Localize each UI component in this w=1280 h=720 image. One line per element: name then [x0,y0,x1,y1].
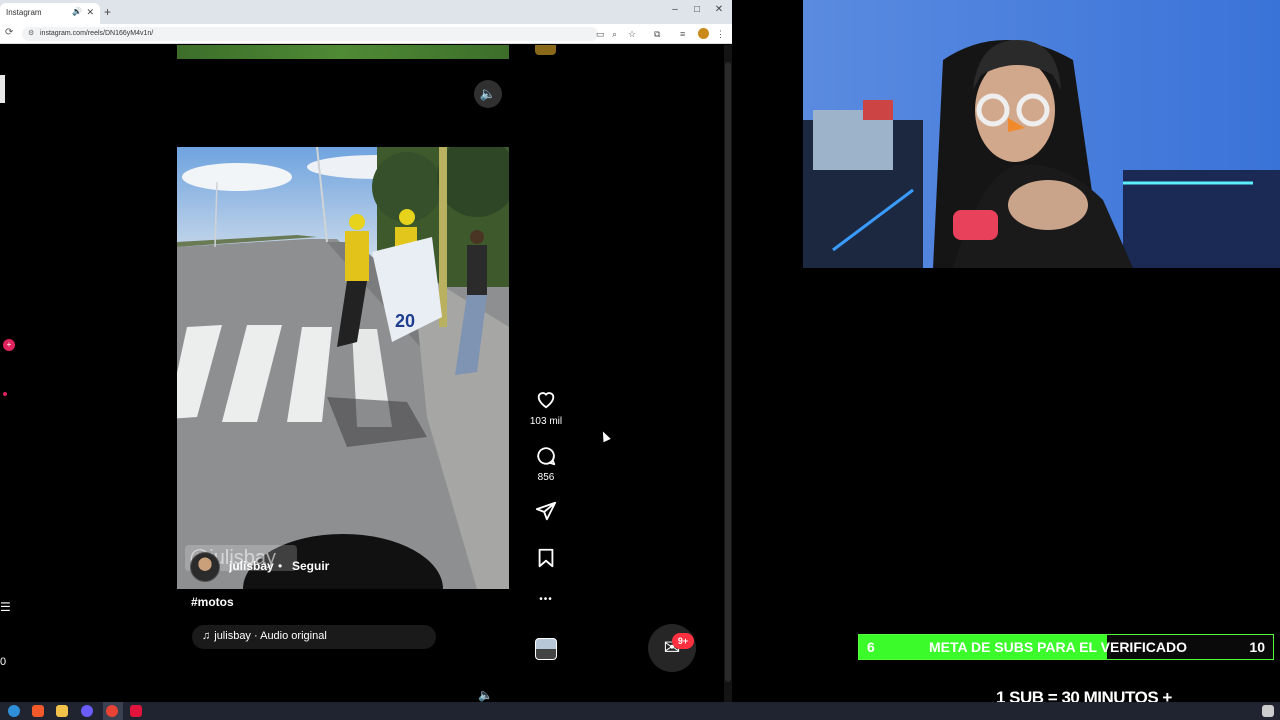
sidebar-notification-badge: + [3,339,15,351]
separator-dot: • [278,559,283,573]
share-button[interactable] [530,500,562,527]
music-note-icon: ♫ [202,630,211,642]
close-window-button[interactable]: ✕ [708,4,730,15]
like-button[interactable] [530,388,562,415]
webcam-image [803,0,1280,268]
previous-reel-video[interactable] [177,45,509,59]
mute-toggle-button[interactable]: 🔈 [474,80,502,108]
tab-instagram[interactable]: Instagram 🔊 ✕ [0,3,100,24]
taskbar [0,702,1280,720]
browser-window: Instagram 🔊 ✕ + – □ ✕ ⟳ ⚙ instagram.com/… [0,0,732,702]
bookmark-icon [538,548,554,568]
reel-video[interactable]: 20 [177,147,509,589]
speaker-icon: 🔈 [479,86,497,101]
tab-strip: Instagram 🔊 ✕ + – □ ✕ [0,0,732,24]
address-bar[interactable]: ⚙ instagram.com/reels/DN166yM4v1n/ [22,27,598,41]
system-tray-icon[interactable] [1262,705,1274,717]
chrome-icon[interactable] [106,705,118,717]
close-tab-icon[interactable]: ✕ [86,7,94,18]
zoom-icon[interactable]: ⌕ [612,29,617,40]
messages-badge: 9+ [672,633,694,649]
author-username[interactable]: julisbay [229,559,274,573]
site-info-icon[interactable]: ⚙ [28,29,34,37]
next-reel-mute-icon[interactable]: 🔈 [478,688,493,702]
video-frame: 20 [177,147,509,589]
brave-icon[interactable] [32,705,44,717]
follow-button[interactable]: Seguir [292,559,329,573]
paper-plane-icon [535,501,557,521]
like-count: 103 mil [529,416,563,427]
media-icon[interactable]: ≡ [680,29,685,39]
folder-icon[interactable] [56,705,68,717]
bookmark-star-icon[interactable]: ☆ [628,29,636,40]
sidebar-dot [3,392,7,396]
new-tab-button[interactable]: + [104,5,111,19]
comment-count: 856 [537,472,555,483]
sidebar-glyph: 0 [0,656,7,668]
audio-link[interactable]: ♫ julisbay · Audio original [192,625,436,649]
comment-button[interactable] [530,445,562,472]
menu-icon[interactable]: ⋮ [716,29,725,40]
goal-current-count: 6 [867,639,875,655]
heart-icon [537,392,555,409]
reload-icon[interactable]: ⟳ [5,27,13,38]
speaker-icon[interactable]: 🔊 [72,7,82,16]
subscriber-goal-bar: 6 META DE SUBS PARA EL VERIFICADO 10 [858,634,1274,660]
svg-text:20: 20 [395,311,415,331]
goal-target-count: 10 [1249,639,1265,655]
comment-icon [537,447,556,466]
sidebar-edge[interactable] [0,75,5,103]
sidebar-menu-icon[interactable]: ☰ [0,600,11,614]
author-avatar[interactable] [190,552,220,582]
edge-icon[interactable] [8,705,20,717]
scrollbar-thumb[interactable] [725,62,731,682]
discord-icon[interactable] [81,705,93,717]
minimize-button[interactable]: – [664,4,686,15]
webcam-feed [803,0,1280,268]
browser-toolbar: ⟳ ⚙ instagram.com/reels/DN166yM4v1n/ ▭ ⌕… [0,24,732,44]
more-options-icon[interactable]: ••• [530,594,562,605]
install-app-icon[interactable]: ▭ [596,29,605,40]
maximize-button[interactable]: □ [686,4,708,15]
audio-thumbnail[interactable] [535,638,557,660]
tab-title: Instagram [6,8,42,17]
extensions-icon[interactable]: ⧉ [654,29,660,40]
streaming-app-icon[interactable] [130,705,142,717]
previous-reel-audio-thumb[interactable] [535,45,556,55]
goal-label: META DE SUBS PARA EL VERIFICADO [929,639,1187,655]
reel-caption[interactable]: #motos [191,595,234,609]
audio-label: julisbay · Audio original [214,630,327,642]
profile-avatar[interactable] [698,28,709,39]
url-text: instagram.com/reels/DN166yM4v1n/ [40,30,154,37]
save-button[interactable] [530,547,562,574]
